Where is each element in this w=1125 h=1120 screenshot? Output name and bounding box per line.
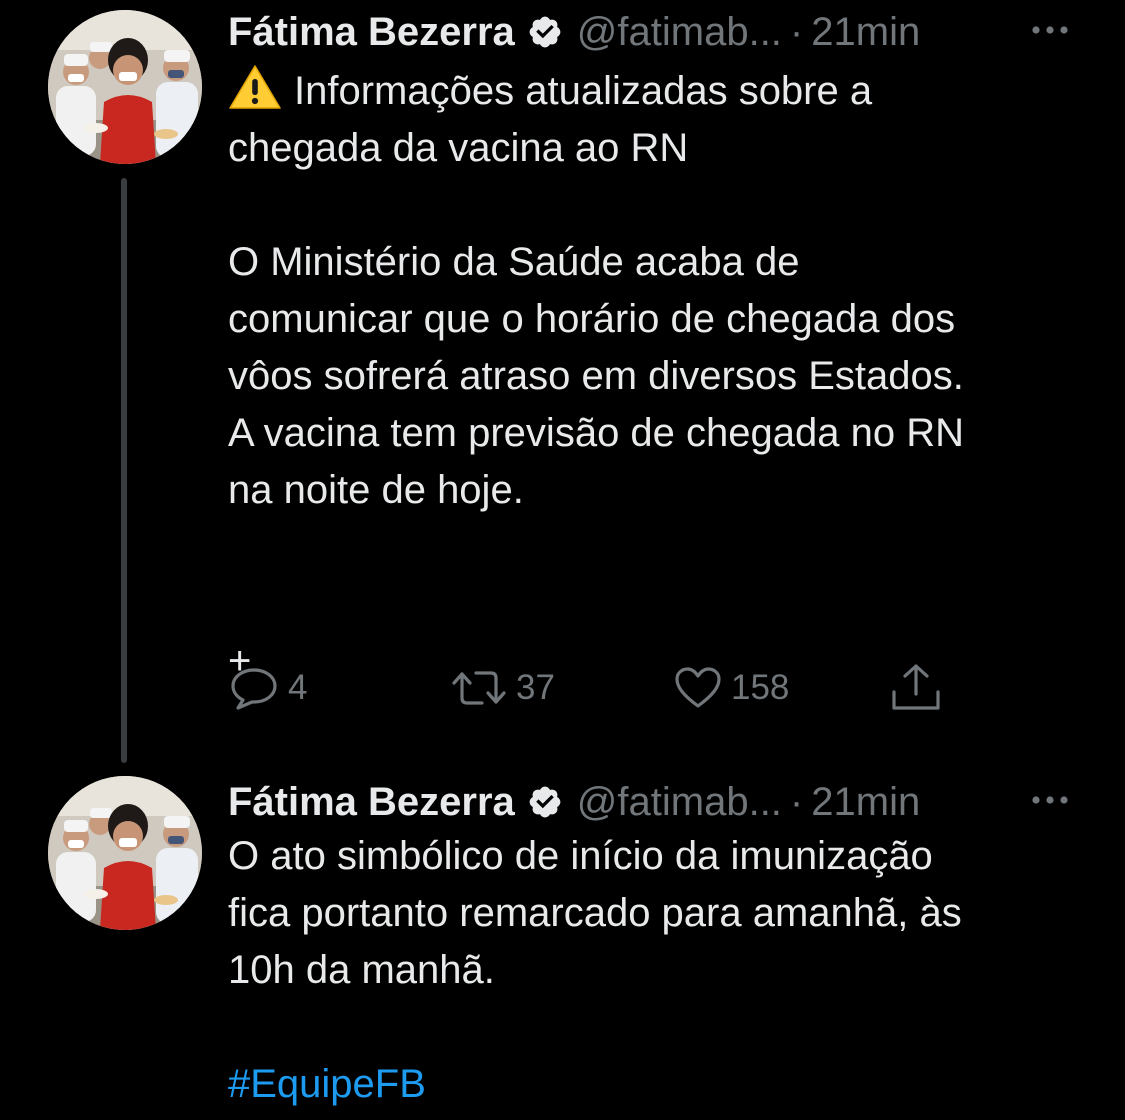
retweet-icon xyxy=(452,671,506,705)
more-options-icon[interactable] xyxy=(1028,20,1072,40)
like-count: 158 xyxy=(731,668,790,707)
author-handle[interactable]: @fatimab... xyxy=(577,780,782,825)
tweet-text-intro: Informações atualizadas sobre a chegada … xyxy=(228,69,873,170)
separator-dot: · xyxy=(789,779,804,824)
warning-sign-icon xyxy=(229,65,281,109)
tweet[interactable]: Fátima Bezerra @fatimab... · 21min O ato… xyxy=(0,770,1125,1120)
retweet-count: 37 xyxy=(516,668,555,707)
author-name[interactable]: Fátima Bezerra xyxy=(228,780,515,825)
avatar[interactable] xyxy=(48,10,202,164)
share-button[interactable] xyxy=(888,660,944,716)
like-button[interactable]: 158 xyxy=(673,660,789,716)
tweet-timestamp[interactable]: 21min xyxy=(811,10,920,55)
tweet-actions: 4 37 158 xyxy=(228,660,988,716)
heart-icon xyxy=(675,667,721,708)
avatar-photo xyxy=(48,10,202,164)
share-icon xyxy=(892,664,940,710)
avatar[interactable] xyxy=(48,776,202,930)
reply-count: 4 xyxy=(288,668,308,707)
avatar-photo xyxy=(48,776,202,930)
retweet-button[interactable]: 37 xyxy=(450,660,555,716)
tweet-timestamp[interactable]: 21min xyxy=(811,780,920,825)
hashtag-link[interactable]: #EquipeFB xyxy=(228,1062,426,1106)
author-handle[interactable]: @fatimab... xyxy=(577,10,782,55)
tweet-text: O ato simbólico de início da imunização … xyxy=(228,828,1098,1113)
author-name[interactable]: Fátima Bezerra xyxy=(228,10,515,55)
tweet-text-main: O Ministério da Saúde acaba de comunicar… xyxy=(228,240,964,683)
verified-badge-icon xyxy=(529,16,561,48)
tweet[interactable]: Fátima Bezerra @fatimab... · 21min Infor… xyxy=(0,0,1125,770)
more-options-icon[interactable] xyxy=(1028,790,1072,810)
thread-connector-line xyxy=(121,178,127,763)
tweet-header: Fátima Bezerra @fatimab... · 21min xyxy=(228,6,1088,58)
separator-dot: · xyxy=(789,9,804,54)
tweet-text: Informações atualizadas sobre a chegada … xyxy=(228,63,1098,690)
tweet-header: Fátima Bezerra @fatimab... · 21min xyxy=(228,776,1088,828)
reply-icon xyxy=(231,668,277,710)
reply-button[interactable]: 4 xyxy=(228,660,307,716)
verified-badge-icon xyxy=(529,786,561,818)
tweet-text-main: O ato simbólico de início da imunização … xyxy=(228,834,962,992)
